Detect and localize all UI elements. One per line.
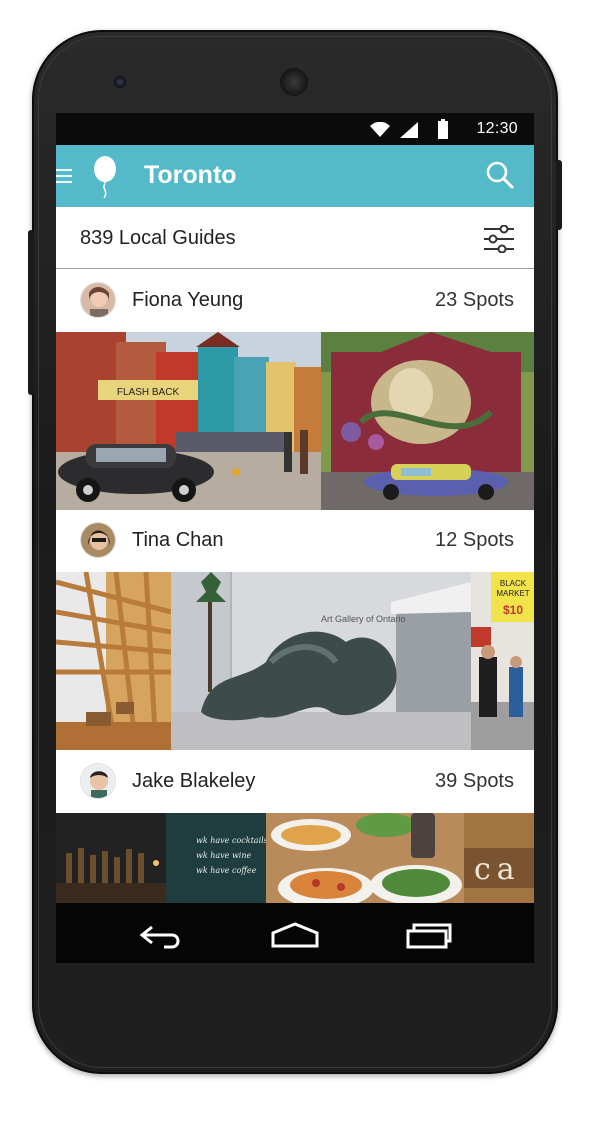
chalk-line-2: wk have wine — [196, 851, 252, 860]
guide-name[interactable]: Jake Blakeley — [132, 770, 255, 793]
phone-screen: 12:30 Toronto 839 Local Guides Fiona Yeu… — [56, 113, 534, 963]
avatar[interactable] — [80, 522, 116, 558]
market-sign-1: BLACK — [500, 579, 527, 588]
filter-icon[interactable] — [484, 225, 514, 253]
phone-front-camera — [114, 76, 126, 88]
cafe-sign-text: ca — [474, 852, 521, 887]
avatar[interactable] — [80, 282, 116, 318]
search-icon[interactable] — [486, 161, 514, 189]
photo-black-market-street[interactable]: BLACK MARKET $10 — [471, 572, 534, 750]
photo-art-gallery-ontario[interactable]: Art Gallery of Ontario — [171, 572, 471, 750]
shop-sign-text: FLASH BACK — [117, 387, 180, 398]
gallery-sign-text: Art Gallery of Ontario — [321, 614, 406, 624]
balloon-icon — [94, 156, 116, 199]
phone-side-button-left — [28, 230, 34, 395]
guide-name[interactable]: Fiona Yeung — [132, 289, 243, 312]
guide-row-jake[interactable]: Jake Blakeley 39 Spots — [56, 751, 534, 813]
app-bar: Toronto — [56, 145, 534, 207]
app-title: Toronto — [144, 161, 237, 189]
phone-earpiece — [280, 68, 308, 96]
recents-icon[interactable] — [406, 921, 452, 949]
photo-pizza-table[interactable] — [266, 813, 464, 903]
market-price: $10 — [503, 603, 523, 617]
battery-icon — [438, 119, 448, 139]
photo-galleria-italia[interactable] — [56, 572, 171, 750]
home-icon[interactable] — [270, 921, 320, 949]
back-icon[interactable] — [138, 923, 184, 949]
signal-icon — [400, 122, 418, 138]
wifi-icon — [370, 122, 390, 137]
photo-bar-chalkboard[interactable]: wk have cocktails wk have wine wk have c… — [56, 813, 266, 903]
photo-kensington-market[interactable]: FLASH BACK — [56, 332, 321, 510]
guide-row-fiona[interactable]: Fiona Yeung 23 Spots — [56, 270, 534, 332]
guide-spots-count: 39 Spots — [435, 770, 514, 792]
guide-name[interactable]: Tina Chan — [132, 529, 224, 552]
guide-spots-count: 23 Spots — [435, 289, 514, 311]
status-bar: 12:30 — [56, 113, 534, 145]
guide-row-tina[interactable]: Tina Chan 12 Spots — [56, 510, 534, 572]
market-sign-2: MARKET — [496, 589, 529, 598]
guides-count: 839 Local Guides — [80, 227, 236, 249]
photo-strip-fiona[interactable]: FLASH BACK — [56, 332, 534, 510]
guide-spots-count: 12 Spots — [435, 529, 514, 551]
photo-strip-jake[interactable]: wk have cocktails wk have wine wk have c… — [56, 813, 534, 903]
menu-icon[interactable] — [56, 169, 72, 185]
status-time: 12:30 — [476, 120, 518, 137]
phone-side-button-right — [556, 160, 562, 230]
guides-count-header: 839 Local Guides — [56, 207, 534, 269]
photo-graffiti-alley[interactable] — [321, 332, 534, 510]
chalk-line-3: wk have coffee — [196, 866, 257, 875]
photo-strip-tina[interactable]: Art Gallery of Ontario BLACK MARKET $10 — [56, 572, 534, 750]
avatar[interactable] — [80, 763, 116, 799]
nav-bar — [56, 903, 534, 963]
chalk-line-1: wk have cocktails — [196, 836, 266, 845]
photo-cafe-sign[interactable]: ca — [464, 813, 534, 903]
